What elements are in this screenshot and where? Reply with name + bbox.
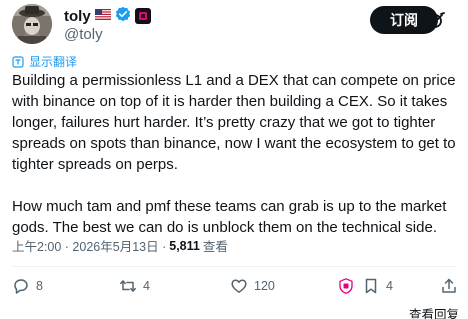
reply-button[interactable]: 8	[12, 277, 43, 295]
post-meta: 上午2:00 · 2026年5月13日 · 5,811 查看	[12, 236, 228, 255]
show-translation-link[interactable]: 显示翻译	[12, 53, 77, 70]
grok-analyze-button[interactable]	[337, 277, 355, 295]
reply-icon	[14, 279, 28, 294]
views-label: 查看	[202, 240, 228, 254]
bookmark-button[interactable]: 4	[362, 277, 393, 295]
us-flag-icon	[94, 7, 111, 25]
post-body: Building a permissionless L1 and a DEX t…	[12, 70, 460, 238]
heart-icon	[231, 279, 247, 293]
author-handle[interactable]: @toly	[64, 26, 103, 43]
avatar-image	[12, 4, 52, 44]
share-button[interactable]	[440, 277, 458, 295]
translate-icon	[12, 55, 24, 68]
post-paragraph: Building a permissionless L1 and a DEX t…	[12, 72, 456, 173]
author-name-row: toly	[64, 6, 151, 26]
views-count: 5,811	[169, 238, 200, 253]
like-button[interactable]: 120	[230, 277, 275, 295]
post-paragraph: How much tam and pmf these teams can gra…	[12, 198, 447, 236]
post-timestamp[interactable]: 上午2:00 · 2026年5月13日 ·	[12, 236, 166, 255]
solana-badge-icon[interactable]	[134, 8, 151, 24]
repost-icon	[120, 280, 136, 292]
grok-analyze-icon	[339, 278, 353, 294]
verified-badge-icon[interactable]	[115, 6, 131, 27]
divider	[12, 266, 456, 267]
avatar[interactable]	[12, 4, 52, 44]
display-name[interactable]: toly	[64, 8, 91, 25]
grok-icon[interactable]	[427, 12, 445, 30]
view-replies-link[interactable]: 查看回复	[409, 304, 459, 319]
show-translation-label[interactable]: 显示翻译	[29, 53, 77, 70]
bookmark-count: 4	[386, 279, 393, 293]
repost-button[interactable]: 4	[119, 277, 150, 295]
action-bar: 8 4 120 4	[12, 277, 458, 295]
like-count: 120	[254, 279, 275, 293]
reply-count: 8	[36, 279, 43, 293]
bookmark-icon	[365, 278, 377, 294]
share-icon	[442, 278, 456, 293]
repost-count: 4	[143, 279, 150, 293]
